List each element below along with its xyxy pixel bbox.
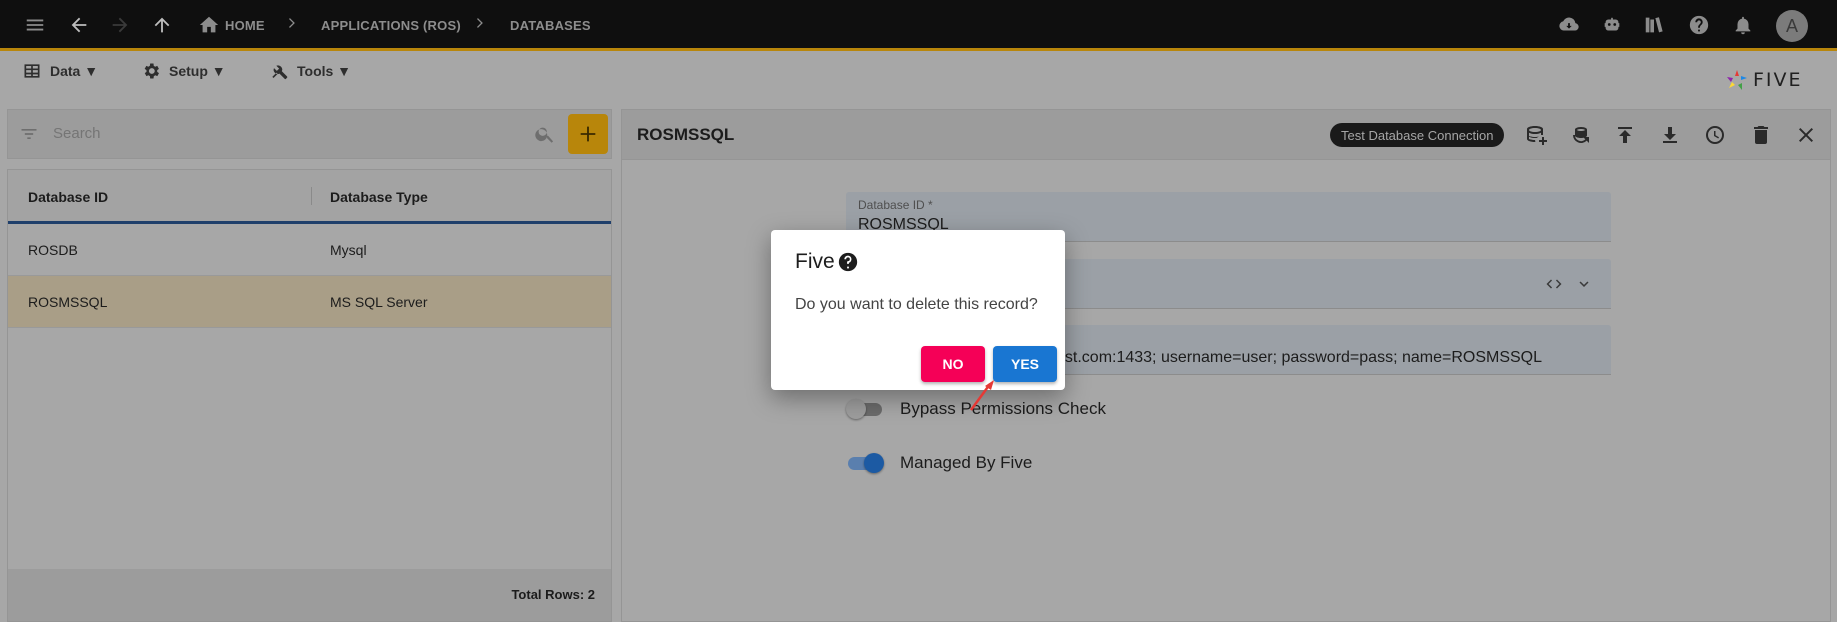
back-arrow-icon[interactable] bbox=[66, 12, 92, 38]
form-header: ROSMSSQL Test Database Connection bbox=[622, 110, 1830, 160]
search-bar bbox=[7, 109, 612, 159]
five-logo: FIVE bbox=[1725, 68, 1803, 92]
record-title: ROSMSSQL bbox=[637, 125, 735, 144]
plus-icon bbox=[580, 126, 596, 142]
breadcrumb-home[interactable]: HOME bbox=[225, 18, 265, 33]
close-icon[interactable] bbox=[1794, 123, 1818, 147]
database-sync-icon[interactable] bbox=[1569, 123, 1593, 147]
cloud-sync-icon[interactable] bbox=[1556, 12, 1582, 38]
connection-string-value: ost.com:1433; username=user; password=pa… bbox=[1056, 349, 1543, 366]
user-avatar[interactable]: A bbox=[1776, 10, 1808, 42]
help-icon[interactable] bbox=[1686, 12, 1712, 38]
table-header: Database ID Database Type bbox=[8, 170, 611, 224]
tools-icon bbox=[272, 65, 288, 80]
top-app-bar: HOME APPLICATIONS (ROS) DATABASES A bbox=[0, 0, 1837, 51]
column-header-database-id[interactable]: Database ID bbox=[28, 189, 108, 205]
bypass-permissions-label: Bypass Permissions Check bbox=[900, 399, 1106, 418]
managed-by-five-row: Managed By Five bbox=[846, 453, 1032, 473]
no-button[interactable]: NO bbox=[921, 346, 985, 382]
menu-bar: Data ▼ Setup ▼ Tools ▼ FIVE bbox=[0, 51, 1837, 109]
help-circle-icon bbox=[838, 252, 857, 272]
forward-arrow-icon[interactable] bbox=[107, 12, 133, 38]
delete-confirmation-dialog: Five Do you want to delete this record? … bbox=[771, 230, 1065, 390]
database-id-label: Database ID * bbox=[858, 198, 933, 212]
dialog-title-text: Five bbox=[795, 250, 835, 273]
breadcrumb-databases: DATABASES bbox=[510, 18, 591, 33]
data-menu-label: Data ▼ bbox=[50, 63, 99, 79]
upload-icon[interactable] bbox=[1613, 123, 1637, 147]
history-clock-icon[interactable] bbox=[1703, 123, 1727, 147]
notifications-bell-icon[interactable] bbox=[1730, 12, 1756, 38]
cell-database-id: ROSMSSQL bbox=[28, 294, 108, 310]
test-database-connection-button[interactable]: Test Database Connection bbox=[1330, 123, 1505, 147]
setup-menu-label: Setup ▼ bbox=[169, 63, 226, 79]
five-logo-mark-icon bbox=[1727, 70, 1747, 90]
records-table: Database ID Database Type ROSDB Mysql RO… bbox=[7, 169, 612, 622]
robot-icon[interactable] bbox=[1599, 12, 1625, 38]
hamburger-menu-icon[interactable] bbox=[22, 12, 48, 38]
table-row[interactable]: ROSDB Mysql bbox=[8, 224, 611, 276]
column-header-database-type[interactable]: Database Type bbox=[330, 189, 428, 205]
up-arrow-icon[interactable] bbox=[149, 12, 175, 38]
gear-icon bbox=[144, 63, 159, 79]
yes-button[interactable]: YES bbox=[993, 346, 1057, 382]
tools-menu[interactable]: Tools ▼ bbox=[269, 61, 351, 81]
dialog-message: Do you want to delete this record? bbox=[795, 296, 1038, 313]
code-icon[interactable] bbox=[1545, 275, 1563, 293]
table-row-selected[interactable]: ROSMSSQL MS SQL Server bbox=[8, 276, 611, 328]
column-divider bbox=[311, 187, 312, 205]
search-icon[interactable] bbox=[534, 123, 556, 145]
bypass-permissions-toggle[interactable] bbox=[846, 399, 884, 419]
dialog-title: Five bbox=[795, 250, 859, 274]
tools-menu-label: Tools ▼ bbox=[297, 63, 352, 79]
pointer-arrow-icon bbox=[969, 380, 994, 411]
chevron-right-icon bbox=[471, 15, 487, 31]
managed-by-five-toggle[interactable] bbox=[846, 453, 884, 473]
delete-trash-icon[interactable] bbox=[1749, 123, 1773, 147]
data-menu[interactable]: Data ▼ bbox=[22, 61, 98, 81]
add-record-button[interactable] bbox=[568, 114, 608, 154]
cell-database-type: Mysql bbox=[330, 242, 367, 258]
chevron-down-icon[interactable] bbox=[1575, 275, 1593, 293]
five-logo-text: FIVE bbox=[1753, 69, 1803, 91]
table-footer: Total Rows: 2 bbox=[8, 569, 611, 621]
download-icon[interactable] bbox=[1658, 123, 1682, 147]
managed-by-five-label: Managed By Five bbox=[900, 453, 1033, 472]
cell-database-id: ROSDB bbox=[28, 242, 78, 258]
library-books-icon[interactable] bbox=[1641, 12, 1667, 38]
home-icon[interactable] bbox=[196, 12, 222, 38]
setup-menu[interactable]: Setup ▼ bbox=[141, 61, 226, 81]
database-add-icon[interactable] bbox=[1524, 123, 1548, 147]
cell-database-type: MS SQL Server bbox=[330, 294, 428, 310]
total-rows: Total Rows: 2 bbox=[511, 587, 595, 602]
filter-icon[interactable] bbox=[19, 124, 39, 144]
search-input[interactable] bbox=[53, 125, 503, 142]
table-icon bbox=[24, 64, 40, 78]
breadcrumb-applications[interactable]: APPLICATIONS (ROS) bbox=[321, 18, 461, 33]
chevron-right-icon bbox=[283, 15, 299, 31]
records-list-panel: Database ID Database Type ROSDB Mysql RO… bbox=[7, 109, 612, 622]
